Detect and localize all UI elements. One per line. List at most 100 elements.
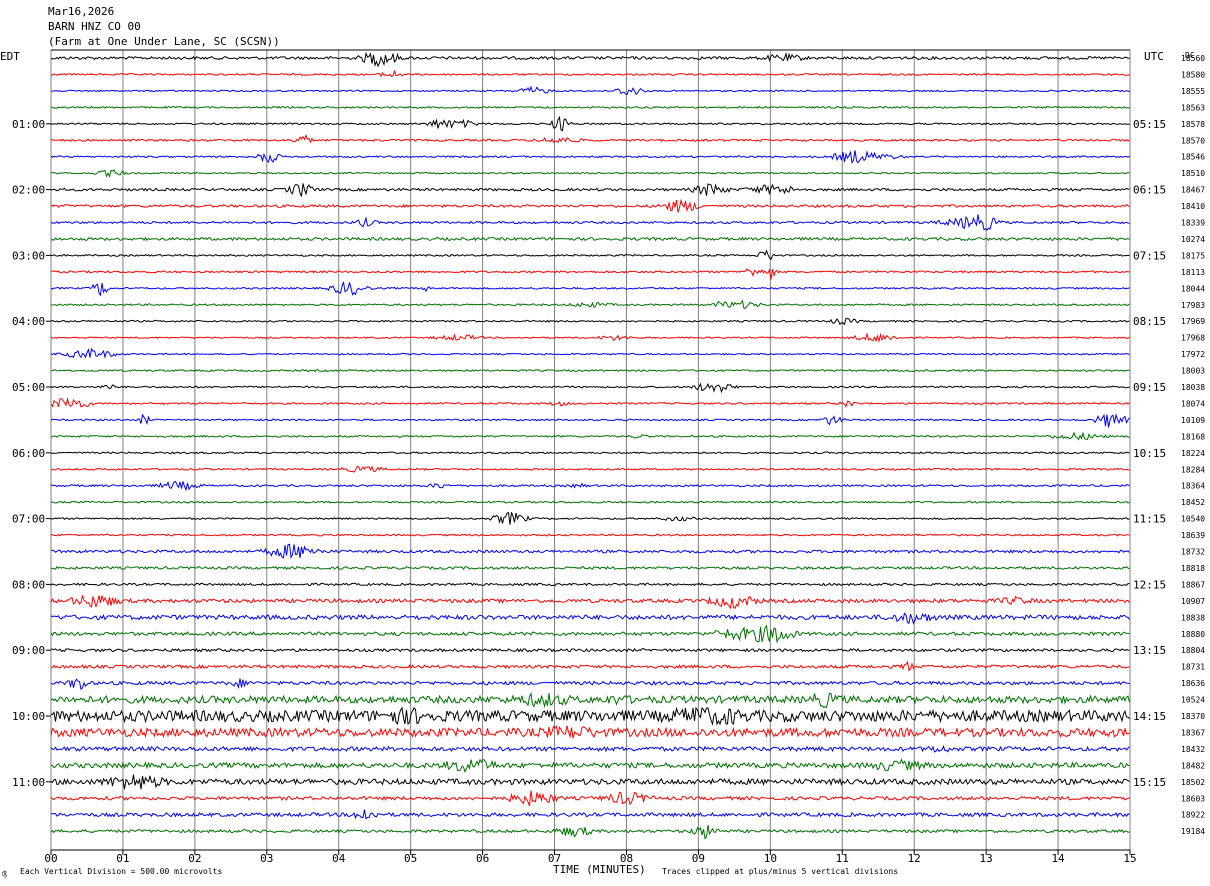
- trace-line: [50, 725, 1130, 739]
- dc-offset-label: 18452: [1181, 498, 1205, 507]
- footer-marker-icon: ʤ: [2, 869, 7, 878]
- left-timezone-label: EDT: [0, 50, 20, 63]
- trace-line: [50, 150, 1130, 165]
- dc-offset-label: 18339: [1181, 219, 1205, 228]
- right-hour-label: 05:15: [1133, 118, 1166, 131]
- x-tick-label: 00: [44, 852, 57, 865]
- trace-line: [50, 465, 1130, 473]
- x-tick-label: 09: [692, 852, 705, 865]
- dc-offset-label: 18467: [1181, 186, 1205, 195]
- trace-line: [50, 397, 1130, 408]
- dc-offset-label: 18003: [1181, 367, 1205, 376]
- left-hour-labels: 01:00 02:00 03:00 04:00 05:00 06:00 07:00 08:00…: [12, 118, 51, 789]
- trace-line: [50, 51, 1130, 68]
- trace-line: [50, 69, 1130, 78]
- station-label: BARN HNZ CO 00: [48, 20, 141, 33]
- dc-offset-label: 17983: [1181, 301, 1205, 310]
- trace-line: [50, 85, 1130, 96]
- x-tick-label: 10: [764, 852, 777, 865]
- trace-line: [50, 332, 1130, 343]
- trace-line: [50, 431, 1130, 441]
- dc-offset-label: 18867: [1181, 580, 1205, 589]
- trace-line: [50, 105, 1130, 109]
- x-tick-label: 06: [476, 852, 489, 865]
- dc-offset-label: 18510: [1181, 169, 1205, 178]
- left-hour-label: 05:00: [12, 381, 45, 394]
- trace-line: [51, 169, 1130, 179]
- trace-line: [50, 369, 1130, 373]
- x-tick-label: 04: [332, 852, 346, 865]
- location-label: (Farm at One Under Lane, SC (SCSN)): [48, 35, 280, 48]
- right-hour-label: 12:15: [1133, 578, 1166, 591]
- dc-offset-label: 10540: [1181, 515, 1205, 524]
- trace-line: [50, 183, 1130, 197]
- right-hour-label: 07:15: [1133, 249, 1166, 262]
- x-tick-label: 13: [980, 852, 993, 865]
- dc-offset-label: 18546: [1181, 153, 1205, 162]
- trace-line: [50, 595, 1130, 610]
- trace-line: [50, 500, 1130, 504]
- dc-offset-label: 18370: [1181, 712, 1205, 721]
- dc-offset-label: 18603: [1181, 794, 1205, 803]
- dc-offset-label: 18563: [1181, 103, 1205, 112]
- x-tick-label: 12: [908, 852, 921, 865]
- dc-offset-label: 19184: [1181, 827, 1205, 836]
- dc-offset-label: 18804: [1181, 646, 1205, 655]
- left-hour-label: 01:00: [12, 118, 45, 131]
- trace-line: [50, 660, 1130, 672]
- trace-line: [50, 809, 1130, 820]
- right-hour-label: 13:15: [1133, 644, 1166, 657]
- seismic-traces: [50, 51, 1130, 840]
- trace-line: [50, 758, 1130, 774]
- left-hour-label: 04:00: [12, 315, 45, 328]
- right-hour-label: 14:15: [1133, 710, 1166, 723]
- trace-line: [50, 236, 1130, 242]
- dc-offset-label: 18636: [1181, 679, 1205, 688]
- trace-line: [50, 533, 1130, 537]
- trace-line: [51, 647, 1130, 653]
- left-hour-label: 09:00: [12, 644, 45, 657]
- trace-line: [50, 790, 1130, 807]
- dc-offset-label: 10274: [1181, 235, 1205, 244]
- trace-line: [50, 267, 1130, 280]
- dc-offset-label: 17969: [1181, 317, 1205, 326]
- dc-offset-label: 18113: [1181, 268, 1205, 277]
- trace-line: [50, 691, 1130, 709]
- dc-offset-label: 18732: [1181, 548, 1205, 557]
- trace-line: [50, 678, 1130, 691]
- clip-note: Traces clipped at plus/minus 5 vertical …: [662, 867, 898, 876]
- trace-line: [50, 299, 1130, 309]
- dc-offset-label: 18224: [1181, 449, 1205, 458]
- dc-offset-label: 17972: [1181, 350, 1205, 359]
- dc-offset-label: 18502: [1181, 778, 1205, 787]
- right-hour-label: 15:15: [1133, 776, 1166, 789]
- right-hour-labels: 05:15 06:15 07:15 08:15 09:15 10:15 11:15 12:15…: [1133, 118, 1166, 789]
- trace-line: [50, 382, 1130, 394]
- dc-offset-label: 18044: [1181, 284, 1205, 293]
- trace-line: [50, 612, 1130, 625]
- dc-offset-label: 18074: [1181, 399, 1205, 408]
- dc-offset-label: 18038: [1181, 383, 1205, 392]
- trace-line: [50, 582, 1130, 587]
- x-axis-label: TIME (MINUTES): [553, 863, 646, 876]
- dc-offset-labels: 18560 18580 18555 18563 18578 18570 18546 18510…: [1181, 54, 1205, 836]
- trace-line: [50, 624, 1130, 644]
- trace-line: [50, 824, 1130, 840]
- x-tick-label: 14: [1051, 852, 1065, 865]
- helicorder-chart: Mar16,2026 BARN HNZ CO 00 (Farm at One U…: [0, 5, 1205, 878]
- x-tick-label: 15: [1123, 852, 1136, 865]
- trace-line: [50, 412, 1130, 428]
- dc-offset-label: 18639: [1181, 531, 1205, 540]
- left-hour-label: 10:00: [12, 710, 45, 723]
- trace-line: [50, 214, 1130, 231]
- date-label: Mar16,2026: [48, 5, 114, 18]
- trace-line: [50, 198, 1130, 213]
- left-hour-label: 11:00: [12, 776, 45, 789]
- dc-offset-label: 18364: [1181, 482, 1205, 491]
- x-tick-label: 03: [260, 852, 273, 865]
- right-hour-label: 09:15: [1133, 381, 1166, 394]
- dc-offset-label: 18838: [1181, 613, 1205, 622]
- right-hour-label: 11:15: [1133, 513, 1166, 526]
- trace-line: [50, 774, 1130, 790]
- right-hour-label: 08:15: [1133, 315, 1166, 328]
